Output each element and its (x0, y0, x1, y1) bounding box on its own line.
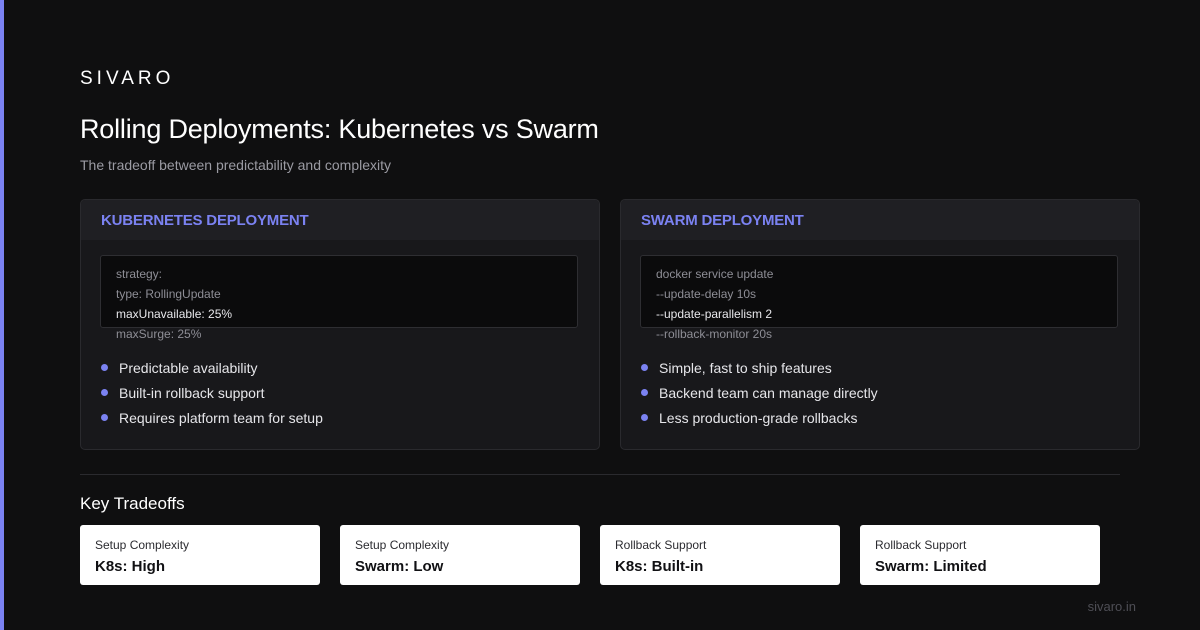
tradeoff-card-value: Swarm: Low (355, 558, 444, 575)
list-item-text: Built-in rollback support (119, 384, 265, 401)
list-item: Built-in rollback support (101, 380, 323, 405)
tradeoff-card-label: Setup Complexity (95, 538, 190, 552)
list-item-text: Simple, fast to ship features (659, 359, 832, 376)
kubernetes-panel-header: KUBERNETES DEPLOYMENT (81, 200, 599, 240)
swarm-panel-header: SWARM DEPLOYMENT (621, 200, 1139, 240)
list-item-text: Backend team can manage directly (659, 384, 878, 401)
code-line: --update-parallelism 2 (656, 307, 773, 321)
tradeoff-card-label: Rollback Support (615, 538, 707, 552)
list-item: Backend team can manage directly (641, 380, 878, 405)
kubernetes-bullet-list: Predictable availability Built-in rollba… (101, 355, 323, 430)
section-divider (80, 474, 1120, 475)
list-item: Simple, fast to ship features (641, 355, 878, 380)
accent-bar (0, 0, 4, 630)
code-line: docker service update (656, 267, 774, 281)
kubernetes-panel: KUBERNETES DEPLOYMENT strategy: type: Ro… (80, 199, 600, 450)
list-item-text: Requires platform team for setup (119, 409, 323, 426)
tradeoff-card-value: K8s: High (95, 558, 166, 575)
swarm-bullet-list: Simple, fast to ship features Backend te… (641, 355, 878, 430)
code-line: maxSurge: 25% (116, 327, 202, 341)
bullet-dot-icon (101, 414, 108, 421)
tradeoff-card: Setup Complexity Swarm: Low (340, 525, 580, 585)
tradeoff-card: Rollback Support K8s: Built-in (600, 525, 840, 585)
tradeoffs-title: Key Tradeoffs (80, 494, 185, 513)
swarm-panel: SWARM DEPLOYMENT docker service update -… (620, 199, 1140, 450)
page-subtitle: The tradeoff between predictability and … (80, 157, 392, 173)
list-item: Less production-grade rollbacks (641, 405, 878, 430)
list-item-text: Less production-grade rollbacks (659, 409, 858, 426)
bullet-dot-icon (101, 364, 108, 371)
list-item-text: Predictable availability (119, 359, 258, 376)
footer-url: sivaro.in (1087, 599, 1136, 614)
kubernetes-code-block: strategy: type: RollingUpdate maxUnavail… (100, 255, 578, 341)
code-line: --update-delay 10s (656, 287, 757, 301)
tradeoff-card-value: K8s: Built-in (615, 558, 704, 575)
page-title: Rolling Deployments: Kubernetes vs Swarm (80, 114, 599, 144)
tradeoff-card: Rollback Support Swarm: Limited (860, 525, 1100, 585)
swarm-code-block: docker service update --update-delay 10s… (640, 255, 1118, 341)
code-line: maxUnavailable: 25% (116, 307, 233, 321)
tradeoff-card-label: Setup Complexity (355, 538, 450, 552)
tradeoff-card-label: Rollback Support (875, 538, 967, 552)
brand-logo: SIVARO (80, 68, 175, 89)
tradeoff-card-value: Swarm: Limited (875, 558, 987, 575)
bullet-dot-icon (641, 389, 648, 396)
list-item: Predictable availability (101, 355, 323, 380)
code-line: type: RollingUpdate (116, 287, 221, 301)
tradeoff-card: Setup Complexity K8s: High (80, 525, 320, 585)
bullet-dot-icon (101, 389, 108, 396)
code-line: --rollback-monitor 20s (656, 327, 773, 341)
bullet-dot-icon (641, 364, 648, 371)
bullet-dot-icon (641, 414, 648, 421)
code-line: strategy: (116, 267, 163, 281)
list-item: Requires platform team for setup (101, 405, 323, 430)
